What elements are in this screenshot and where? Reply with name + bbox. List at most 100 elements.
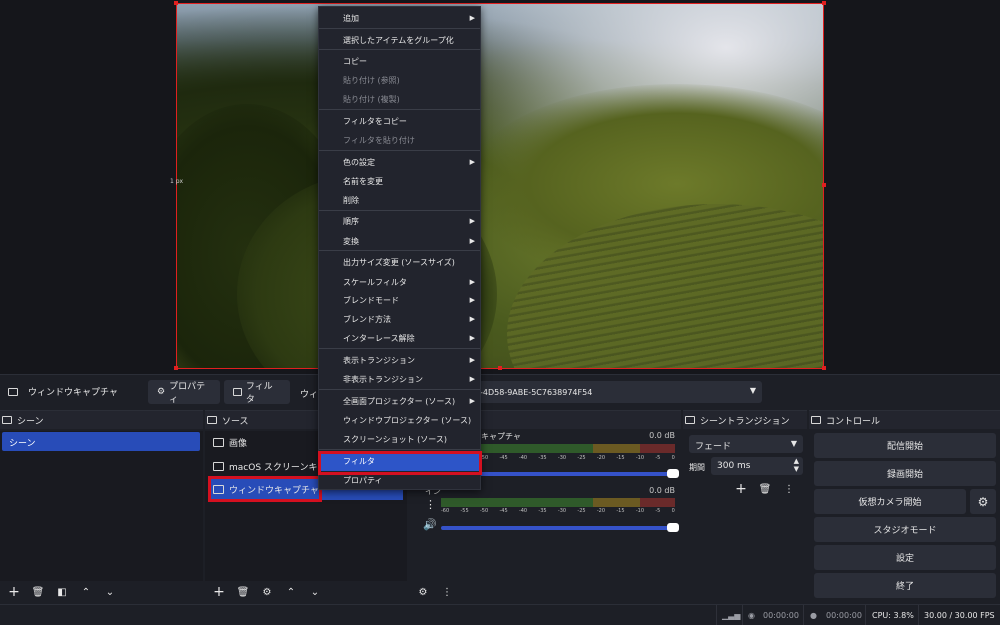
start-streaming-button[interactable]: 配信開始 <box>814 433 996 458</box>
context-menu-item[interactable]: ブレンド方法 ▶ <box>319 310 480 329</box>
meter-tick-label: -35 <box>538 455 547 461</box>
dock-icon <box>207 416 217 424</box>
context-menu-item[interactable]: 色の設定 ▶ <box>319 153 480 172</box>
window-select[interactable]: -4D58-9ABE-5C7638974F54 ▼ <box>440 381 762 403</box>
resize-handle[interactable] <box>498 366 502 370</box>
add-source-button[interactable]: + <box>211 584 227 600</box>
context-menu-item-label: ブレンドモード <box>343 296 399 305</box>
filters-button-label: フィルタ <box>245 382 273 405</box>
slider-knob[interactable] <box>667 523 679 532</box>
speaker-icon[interactable]: 🔊 <box>423 518 437 531</box>
properties-button[interactable]: ⚙ プロパティ <box>148 380 220 405</box>
transitions-title: シーントランジション <box>700 416 790 427</box>
resize-handle[interactable] <box>822 183 826 187</box>
stream-icon: ◉ <box>748 611 755 620</box>
start-recording-button[interactable]: 録画開始 <box>814 461 996 486</box>
preview-area[interactable]: 1 px <box>0 0 1000 374</box>
duration-label: 期間 <box>689 463 705 472</box>
separator <box>865 605 866 625</box>
context-menu-item[interactable]: 出力サイズ変更 (ソースサイズ) <box>319 253 480 272</box>
channel-name: キャプチャ <box>481 432 521 441</box>
meter-tick-label: 0 <box>671 455 675 461</box>
remove-source-button[interactable]: 🗑 <box>235 584 251 600</box>
context-menu-item[interactable]: ブレンドモード ▶ <box>319 291 480 310</box>
context-menu-item[interactable]: ウィンドウプロジェクター (ソース) <box>319 411 480 430</box>
context-menu-item-label: ウィンドウプロジェクター (ソース) <box>343 416 472 425</box>
move-up-button[interactable]: ⌃ <box>283 584 299 600</box>
context-menu-item[interactable]: 順序 ▶ <box>319 212 480 231</box>
context-menu-item-label: コピー <box>343 57 367 66</box>
context-menu-item[interactable]: スクリーンショット (ソース) <box>319 430 480 449</box>
more-options-icon[interactable]: ⋮ <box>425 498 436 511</box>
dock-icon <box>685 416 695 424</box>
scene-transitions-dock: シーントランジション フェード ▼ 期間 300 ms ▲ ▼ + 🗑 ⋮ <box>683 410 807 603</box>
duration-input[interactable]: 300 ms ▲ ▼ <box>711 457 803 475</box>
move-down-button[interactable]: ⌄ <box>307 584 323 600</box>
remove-scene-button[interactable]: 🗑 <box>30 584 46 600</box>
remove-transition-button[interactable]: 🗑 <box>757 481 773 497</box>
context-menu-item: 貼り付け (複製) <box>319 90 480 109</box>
gear-icon: ⚙ <box>157 387 166 397</box>
add-scene-button[interactable]: + <box>6 584 22 600</box>
context-menu-item[interactable]: 変換 ▶ <box>319 232 480 251</box>
chevron-right-icon: ▶ <box>469 14 475 22</box>
context-menu-item[interactable]: 選択したアイテムをグループ化 <box>319 31 480 50</box>
source-item-label: 画像 <box>229 438 248 449</box>
context-menu-item[interactable]: 非表示トランジション ▶ <box>319 370 480 389</box>
current-source: ウィンドウキャプチャ <box>8 385 148 398</box>
filters-button[interactable]: フィルタ <box>224 380 290 405</box>
source-properties-button[interactable]: ⚙ <box>259 584 275 600</box>
context-menu-item-label: 名前を変更 <box>343 177 383 186</box>
exit-button[interactable]: 終了 <box>814 573 996 598</box>
spin-arrows-icon[interactable]: ▲ ▼ <box>794 457 799 473</box>
mixer-settings-icon[interactable]: ⚙ <box>415 584 431 600</box>
meter-tick-label: -10 <box>635 508 645 514</box>
meter-tick-label: 0 <box>671 508 675 514</box>
more-options-icon[interactable]: ⋮ <box>781 481 797 497</box>
volume-slider[interactable] <box>441 523 679 532</box>
more-options-icon[interactable]: ⋮ <box>439 584 455 600</box>
move-down-button[interactable]: ⌄ <box>102 584 118 600</box>
context-menu-item[interactable]: コピー <box>319 52 480 71</box>
context-menu-item-label: 削除 <box>343 196 359 205</box>
scenes-dock-header: シーン <box>0 411 203 429</box>
menu-separator <box>319 109 480 110</box>
transition-select[interactable]: フェード ▼ <box>689 435 803 453</box>
context-menu-item-label: スクリーンショット (ソース) <box>343 435 447 444</box>
resize-handle[interactable] <box>822 366 826 370</box>
slider-knob[interactable] <box>667 469 679 478</box>
move-up-button[interactable]: ⌃ <box>78 584 94 600</box>
context-menu-item[interactable]: スケールフィルタ ▶ <box>319 273 480 292</box>
context-menu-item[interactable]: 名前を変更 <box>319 172 480 191</box>
sources-title: ソース <box>222 416 249 427</box>
start-virtual-camera-button[interactable]: 仮想カメラ開始 <box>814 489 966 514</box>
add-transition-button[interactable]: + <box>733 481 749 497</box>
resize-handle[interactable] <box>174 1 178 5</box>
image-icon <box>213 437 224 447</box>
source-item-image[interactable]: 画像 <box>209 431 247 453</box>
context-menu-item[interactable]: フィルタをコピー <box>319 112 480 131</box>
context-menu-item[interactable]: インターレース解除 ▶ <box>319 329 480 348</box>
scene-filters-button[interactable]: ◧ <box>54 584 70 600</box>
resize-handle[interactable] <box>174 366 178 370</box>
window-select-value: -4D58-9ABE-5C7638974F54 <box>480 387 593 397</box>
window-capture-icon <box>8 387 18 396</box>
scenes-dock: シーン シーン + 🗑 ◧ ⌃ ⌄ <box>0 410 203 603</box>
separator <box>918 605 919 625</box>
context-menu-item[interactable]: 削除 <box>319 191 480 210</box>
controls-title: コントロール <box>826 416 881 427</box>
meter-tick-label: -25 <box>577 455 586 461</box>
resize-handle[interactable] <box>822 1 826 5</box>
studio-mode-button[interactable]: スタジオモード <box>814 517 996 542</box>
scene-item[interactable]: シーン <box>2 432 200 451</box>
settings-button[interactable]: 設定 <box>814 545 996 570</box>
sources-footer: + 🗑 ⚙ ⌃ ⌄ <box>205 581 407 603</box>
preview-canvas[interactable] <box>176 3 824 369</box>
context-menu-item[interactable]: 表示トランジション ▶ <box>319 351 480 370</box>
context-menu-item[interactable]: 全画面プロジェクター (ソース) ▶ <box>319 392 480 411</box>
separator <box>803 605 804 625</box>
context-menu-item[interactable]: 追加 ▶ <box>319 9 480 28</box>
separator <box>742 605 743 625</box>
virtual-camera-settings-button[interactable]: ⚙ <box>970 489 996 514</box>
source-toolbar: ウィンドウキャプチャ ⚙ プロパティ フィルタ ウィン -4D58-9ABE-5… <box>0 374 1000 408</box>
